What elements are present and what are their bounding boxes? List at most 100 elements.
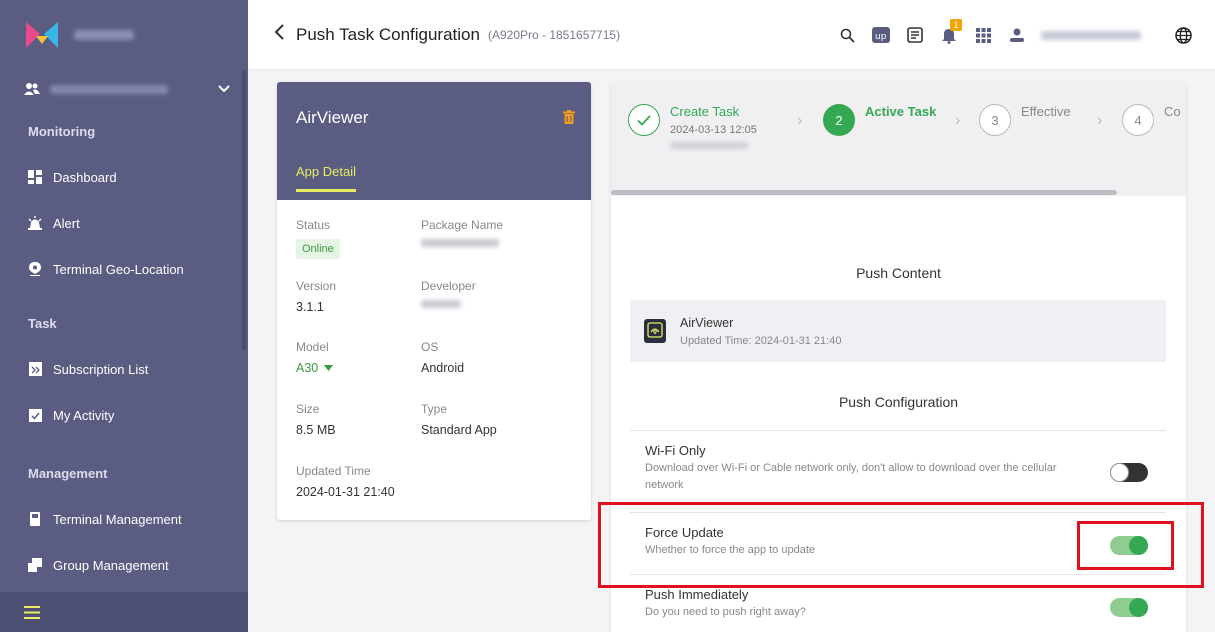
type-label: Type: [421, 402, 448, 416]
sidebar-scrollbar[interactable]: [242, 70, 246, 350]
user-switcher[interactable]: [0, 70, 248, 108]
push-immediately-title: Push Immediately: [645, 587, 749, 602]
model-label: Model: [296, 340, 329, 354]
dashboard-icon: [28, 170, 42, 184]
step-number: 2: [823, 104, 855, 136]
chevron-right-icon: ›: [1097, 112, 1103, 129]
status-label: Status: [296, 218, 331, 232]
sidebar-item-terminal-management[interactable]: Terminal Management: [0, 496, 248, 542]
sidebar-item-subscription-list[interactable]: Subscription List: [0, 346, 248, 392]
push-content-item: AirViewer Updated Time: 2024-01-31 21:40: [630, 300, 1166, 362]
terminal-icon: [28, 512, 42, 526]
step-active-task[interactable]: 2 Active Task: [823, 104, 936, 136]
globe-icon[interactable]: [1173, 25, 1193, 45]
sidebar-item-group-management[interactable]: Group Management: [0, 542, 248, 588]
delete-trash-icon[interactable]: [563, 110, 575, 129]
updated-time-label: Updated Time: [296, 464, 371, 478]
app-name: AirViewer: [296, 108, 369, 127]
step-time: 2024-03-13 12:05: [670, 124, 757, 136]
section-management: Management: [28, 465, 108, 481]
sidebar-item-label: Alert: [53, 215, 80, 231]
activity-icon: [28, 408, 42, 422]
page-title: Push Task Configuration: [296, 24, 480, 44]
notification-bell-icon[interactable]: 1: [939, 19, 962, 45]
sidebar-item-label: Dashboard: [53, 169, 117, 185]
sidebar-item-label: Subscription List: [53, 361, 149, 377]
search-icon[interactable]: [837, 25, 857, 45]
location-pin-icon: [28, 262, 42, 276]
chevron-right-icon: ›: [955, 112, 961, 129]
model-value: A30: [296, 361, 319, 375]
wifi-only-toggle[interactable]: [1110, 463, 1148, 482]
step-title: Effective: [1021, 104, 1071, 119]
developer-blurred: [421, 300, 461, 308]
version-field: Version 3.1.1: [296, 279, 336, 314]
users-icon: [24, 83, 40, 95]
logo[interactable]: [0, 0, 248, 70]
push-app-updated: Updated Time: 2024-01-31 21:40: [680, 334, 842, 347]
updated-time-value: 2024-01-31 21:40: [296, 485, 395, 499]
updated-time-field: Updated Time 2024-01-31 21:40: [296, 464, 395, 499]
document-icon[interactable]: [905, 25, 925, 45]
airviewer-app-icon: [644, 319, 666, 343]
step-effective[interactable]: 3 Effective: [979, 104, 1071, 136]
push-app-name: AirViewer: [680, 315, 734, 330]
chevron-right-icon: ›: [797, 112, 803, 129]
top-icons: up 1: [837, 0, 1215, 70]
group-icon: [28, 558, 42, 572]
sidebar-item-label: Group Management: [53, 557, 169, 573]
wifi-only-desc: Download over Wi-Fi or Cable network onl…: [645, 462, 1057, 491]
sidebar-item-dashboard[interactable]: Dashboard: [0, 154, 248, 200]
type-field: Type Standard App: [421, 402, 497, 437]
version-value: 3.1.1: [296, 300, 324, 314]
sidebar-item-label: Terminal Management: [53, 511, 182, 527]
push-immediately-toggle[interactable]: [1110, 598, 1148, 617]
upload-app-icon[interactable]: up: [871, 25, 891, 45]
package-name-label: Package Name: [421, 218, 504, 232]
check-circle-icon: [628, 104, 660, 136]
top-bar: Push Task Configuration (A920Pro - 18516…: [248, 0, 1215, 70]
step-number: 4: [1122, 104, 1154, 136]
push-content-title: Push Content: [856, 265, 941, 281]
size-label: Size: [296, 402, 320, 416]
highlight-force-update-toggle: [1077, 521, 1174, 570]
model-field: Model A30: [296, 340, 334, 375]
caret-down-icon: [324, 365, 334, 371]
step-user-blurred: [670, 142, 748, 149]
subscription-icon: [28, 362, 42, 376]
sidebar-item-geo-location[interactable]: Terminal Geo-Location: [0, 246, 248, 292]
apps-grid-icon[interactable]: [973, 25, 993, 45]
user-icon[interactable]: [1007, 25, 1027, 45]
version-label: Version: [296, 279, 337, 293]
sidebar-item-my-activity[interactable]: My Activity: [0, 392, 248, 438]
push-immediately-desc: Do you need to push right away?: [645, 606, 806, 618]
sidebar-item-alert[interactable]: Alert: [0, 200, 248, 246]
brand-logo-icon: [26, 22, 58, 48]
sidebar-item-label: Terminal Geo-Location: [53, 261, 184, 277]
status-field: Status Online: [296, 218, 340, 259]
developer-field: Developer: [421, 279, 476, 308]
package-name-blurred: [421, 239, 499, 247]
username-blurred: [50, 84, 168, 94]
step-complete[interactable]: 4 Co: [1122, 104, 1181, 136]
type-value: Standard App: [421, 423, 497, 437]
steps-scrollbar[interactable]: [611, 190, 1117, 195]
page-subtitle: (A920Pro - 1851657715): [487, 27, 621, 42]
alert-icon: [28, 216, 42, 230]
user-email-blurred[interactable]: [1041, 30, 1141, 40]
sidebar: Monitoring Dashboard Alert Terminal Geo-…: [0, 0, 248, 632]
push-configuration-title: Push Configuration: [838, 394, 959, 410]
sidebar-toggle[interactable]: [0, 592, 248, 632]
developer-label: Developer: [421, 279, 476, 293]
step-create-task[interactable]: Create Task 2024-03-13 12:05: [628, 104, 757, 149]
tab-app-detail[interactable]: App Detail: [296, 164, 356, 192]
step-title: Create Task: [670, 104, 740, 119]
app-detail-card: AirViewer App Detail Status Online Packa…: [277, 82, 591, 520]
app-card-header: AirViewer App Detail: [277, 82, 591, 200]
steps-bar: Create Task 2024-03-13 12:05 › 2 Active …: [611, 82, 1186, 196]
step-title: Active Task: [865, 104, 937, 119]
back-arrow-icon[interactable]: [274, 23, 286, 46]
chevron-down-icon: [218, 85, 230, 93]
model-dropdown[interactable]: A30: [296, 361, 334, 375]
hamburger-menu-icon: [24, 605, 40, 619]
